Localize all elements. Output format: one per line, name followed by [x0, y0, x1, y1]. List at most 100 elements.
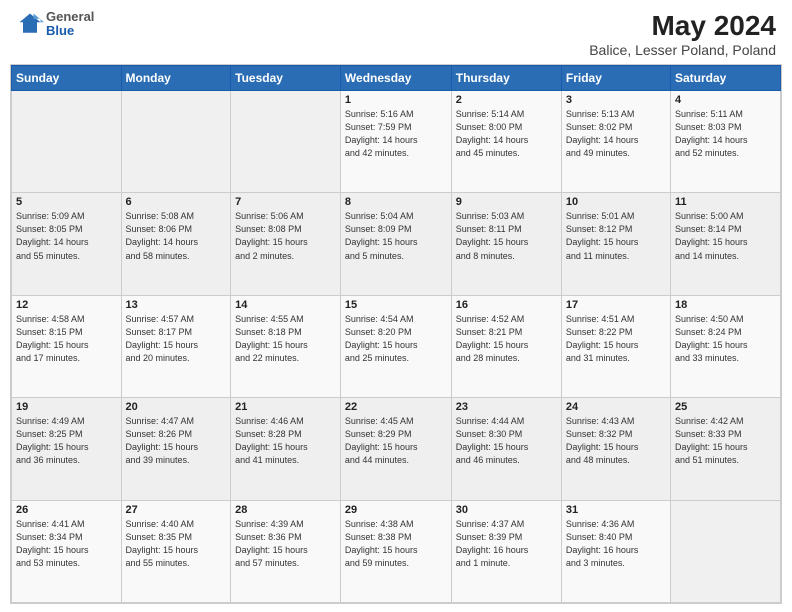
day-cell: 24 Sunrise: 4:43 AM Sunset: 8:32 PM Dayli… [561, 398, 670, 500]
day-cell: 20 Sunrise: 4:47 AM Sunset: 8:26 PM Dayli… [121, 398, 231, 500]
col-header-tuesday: Tuesday [231, 66, 341, 91]
day-number: 22 [345, 401, 447, 413]
day-cell: 4 Sunrise: 5:11 AM Sunset: 8:03 PM Daylig… [670, 91, 780, 193]
day-number: 8 [345, 196, 447, 208]
day-info: Sunrise: 5:14 AM Sunset: 8:00 PM Dayligh… [456, 108, 557, 160]
day-number: 4 [675, 94, 776, 106]
day-info: Sunrise: 4:52 AM Sunset: 8:21 PM Dayligh… [456, 313, 557, 365]
col-header-wednesday: Wednesday [340, 66, 451, 91]
day-info: Sunrise: 5:08 AM Sunset: 8:06 PM Dayligh… [126, 210, 227, 262]
day-info: Sunrise: 4:39 AM Sunset: 8:36 PM Dayligh… [235, 518, 336, 570]
col-header-thursday: Thursday [451, 66, 561, 91]
day-cell [670, 500, 780, 602]
day-info: Sunrise: 4:36 AM Sunset: 8:40 PM Dayligh… [566, 518, 666, 570]
day-cell: 18 Sunrise: 4:50 AM Sunset: 8:24 PM Dayli… [670, 295, 780, 397]
day-cell: 16Sunrise: 4:52 AM Sunset: 8:21 PM Dayli… [451, 295, 561, 397]
day-number: 29 [345, 504, 447, 516]
day-cell: 28 Sunrise: 4:39 AM Sunset: 8:36 PM Dayli… [231, 500, 341, 602]
day-cell: 25Sunrise: 4:42 AM Sunset: 8:33 PM Dayli… [670, 398, 780, 500]
day-number: 10 [566, 196, 666, 208]
day-number: 20 [126, 401, 227, 413]
calendar-header: SundayMondayTuesdayWednesdayThursdayFrid… [12, 66, 781, 91]
day-info: Sunrise: 5:00 AM Sunset: 8:14 PM Dayligh… [675, 210, 776, 262]
week-row-1: 5 Sunrise: 5:09 AM Sunset: 8:05 PM Daylig… [12, 193, 781, 295]
day-number: 11 [675, 196, 776, 208]
day-number: 5 [16, 196, 117, 208]
day-info: Sunrise: 4:46 AM Sunset: 8:28 PM Dayligh… [235, 415, 336, 467]
header: General Blue May 2024 Balice, Lesser Pol… [0, 0, 792, 64]
day-number: 28 [235, 504, 336, 516]
header-row: SundayMondayTuesdayWednesdayThursdayFrid… [12, 66, 781, 91]
day-info: Sunrise: 5:11 AM Sunset: 8:03 PM Dayligh… [675, 108, 776, 160]
day-cell: 6Sunrise: 5:08 AM Sunset: 8:06 PM Daylig… [121, 193, 231, 295]
day-cell [12, 91, 122, 193]
week-row-0: 1Sunrise: 5:16 AM Sunset: 7:59 PM Daylig… [12, 91, 781, 193]
day-info: Sunrise: 5:09 AM Sunset: 8:05 PM Dayligh… [16, 210, 117, 262]
day-info: Sunrise: 4:41 AM Sunset: 8:34 PM Dayligh… [16, 518, 117, 570]
col-header-monday: Monday [121, 66, 231, 91]
day-info: Sunrise: 4:40 AM Sunset: 8:35 PM Dayligh… [126, 518, 227, 570]
day-cell: 1Sunrise: 5:16 AM Sunset: 7:59 PM Daylig… [340, 91, 451, 193]
day-cell: 13 Sunrise: 4:57 AM Sunset: 8:17 PM Dayli… [121, 295, 231, 397]
day-number: 9 [456, 196, 557, 208]
month-title: May 2024 [589, 10, 776, 42]
day-info: Sunrise: 5:01 AM Sunset: 8:12 PM Dayligh… [566, 210, 666, 262]
day-cell: 19 Sunrise: 4:49 AM Sunset: 8:25 PM Dayli… [12, 398, 122, 500]
day-info: Sunrise: 5:16 AM Sunset: 7:59 PM Dayligh… [345, 108, 447, 160]
day-cell: 10 Sunrise: 5:01 AM Sunset: 8:12 PM Dayli… [561, 193, 670, 295]
page: General Blue May 2024 Balice, Lesser Pol… [0, 0, 792, 612]
day-number: 30 [456, 504, 557, 516]
logo-general-text: General [46, 10, 94, 24]
calendar-table: SundayMondayTuesdayWednesdayThursdayFrid… [11, 65, 781, 603]
day-cell: 2Sunrise: 5:14 AM Sunset: 8:00 PM Daylig… [451, 91, 561, 193]
day-info: Sunrise: 4:38 AM Sunset: 8:38 PM Dayligh… [345, 518, 447, 570]
day-info: Sunrise: 5:06 AM Sunset: 8:08 PM Dayligh… [235, 210, 336, 262]
week-row-3: 19 Sunrise: 4:49 AM Sunset: 8:25 PM Dayli… [12, 398, 781, 500]
day-number: 15 [345, 299, 447, 311]
day-info: Sunrise: 4:49 AM Sunset: 8:25 PM Dayligh… [16, 415, 117, 467]
day-info: Sunrise: 4:51 AM Sunset: 8:22 PM Dayligh… [566, 313, 666, 365]
day-info: Sunrise: 4:58 AM Sunset: 8:15 PM Dayligh… [16, 313, 117, 365]
day-number: 3 [566, 94, 666, 106]
day-number: 27 [126, 504, 227, 516]
day-cell: 14 Sunrise: 4:55 AM Sunset: 8:18 PM Dayli… [231, 295, 341, 397]
day-number: 14 [235, 299, 336, 311]
day-info: Sunrise: 4:54 AM Sunset: 8:20 PM Dayligh… [345, 313, 447, 365]
day-info: Sunrise: 5:13 AM Sunset: 8:02 PM Dayligh… [566, 108, 666, 160]
day-info: Sunrise: 4:44 AM Sunset: 8:30 PM Dayligh… [456, 415, 557, 467]
col-header-friday: Friday [561, 66, 670, 91]
day-number: 19 [16, 401, 117, 413]
header-right: May 2024 Balice, Lesser Poland, Poland [589, 10, 776, 58]
day-cell: 7Sunrise: 5:06 AM Sunset: 8:08 PM Daylig… [231, 193, 341, 295]
day-cell: 23 Sunrise: 4:44 AM Sunset: 8:30 PM Dayli… [451, 398, 561, 500]
day-number: 23 [456, 401, 557, 413]
day-number: 12 [16, 299, 117, 311]
day-number: 31 [566, 504, 666, 516]
logo: General Blue [16, 10, 94, 39]
day-info: Sunrise: 4:47 AM Sunset: 8:26 PM Dayligh… [126, 415, 227, 467]
day-info: Sunrise: 4:57 AM Sunset: 8:17 PM Dayligh… [126, 313, 227, 365]
calendar-body: 1Sunrise: 5:16 AM Sunset: 7:59 PM Daylig… [12, 91, 781, 603]
day-number: 21 [235, 401, 336, 413]
day-cell: 26Sunrise: 4:41 AM Sunset: 8:34 PM Dayli… [12, 500, 122, 602]
day-info: Sunrise: 4:55 AM Sunset: 8:18 PM Dayligh… [235, 313, 336, 365]
day-cell: 21 Sunrise: 4:46 AM Sunset: 8:28 PM Dayli… [231, 398, 341, 500]
day-info: Sunrise: 4:37 AM Sunset: 8:39 PM Dayligh… [456, 518, 557, 570]
col-header-sunday: Sunday [12, 66, 122, 91]
week-row-2: 12 Sunrise: 4:58 AM Sunset: 8:15 PM Dayli… [12, 295, 781, 397]
day-cell: 17 Sunrise: 4:51 AM Sunset: 8:22 PM Dayli… [561, 295, 670, 397]
day-cell: 12 Sunrise: 4:58 AM Sunset: 8:15 PM Dayli… [12, 295, 122, 397]
day-cell: 11 Sunrise: 5:00 AM Sunset: 8:14 PM Dayli… [670, 193, 780, 295]
day-info: Sunrise: 4:43 AM Sunset: 8:32 PM Dayligh… [566, 415, 666, 467]
week-row-4: 26Sunrise: 4:41 AM Sunset: 8:34 PM Dayli… [12, 500, 781, 602]
logo-blue-text: Blue [46, 24, 94, 38]
day-info: Sunrise: 4:42 AM Sunset: 8:33 PM Dayligh… [675, 415, 776, 467]
day-info: Sunrise: 4:50 AM Sunset: 8:24 PM Dayligh… [675, 313, 776, 365]
day-number: 13 [126, 299, 227, 311]
day-number: 17 [566, 299, 666, 311]
logo-text: General Blue [46, 10, 94, 39]
day-number: 24 [566, 401, 666, 413]
day-number: 18 [675, 299, 776, 311]
day-cell [121, 91, 231, 193]
day-cell: 15 Sunrise: 4:54 AM Sunset: 8:20 PM Dayli… [340, 295, 451, 397]
